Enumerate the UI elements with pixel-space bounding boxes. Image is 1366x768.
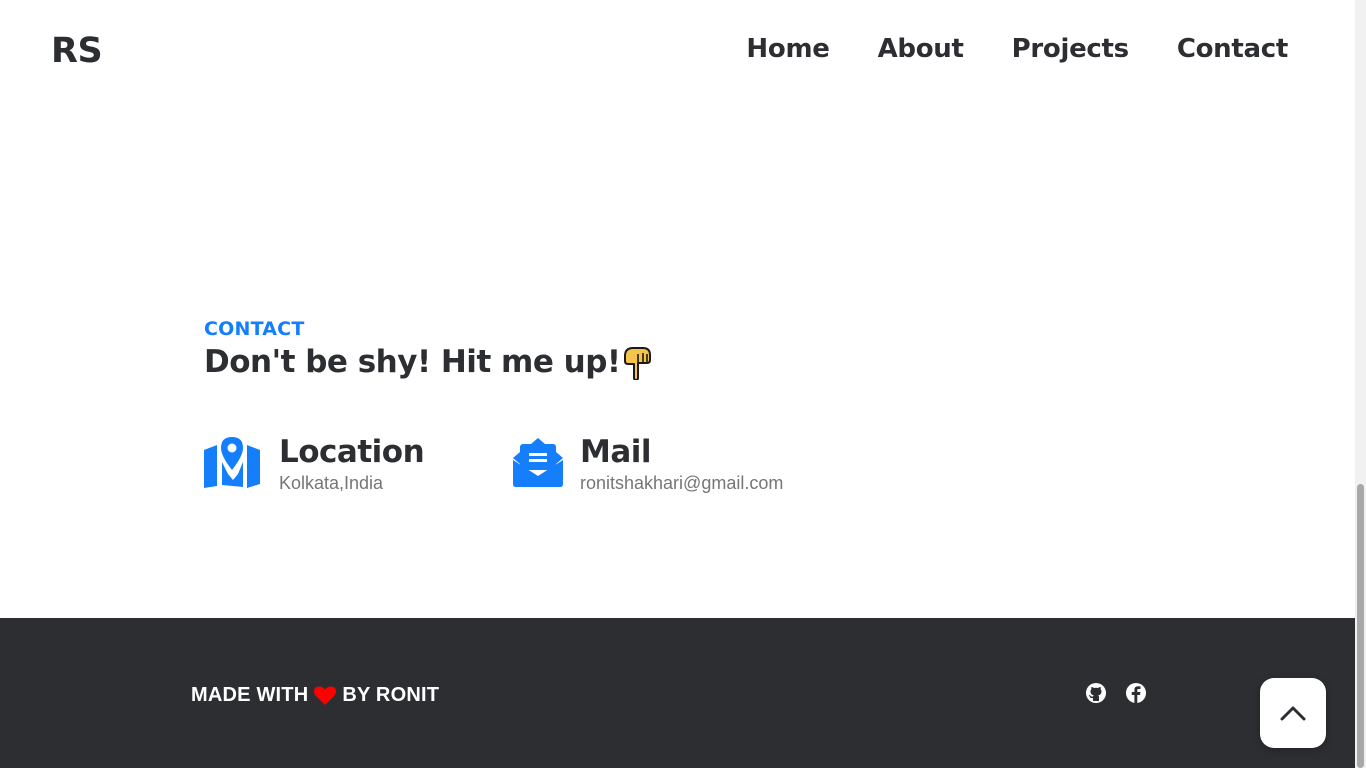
heart-icon [314,686,337,705]
pointing-down-hand-icon [623,344,653,381]
section-headline: Don't be shy! Hit me up! [204,344,653,381]
main-nav: Home About Projects Contact [746,34,1288,64]
map-icon [203,434,261,490]
site-logo[interactable]: RS [51,31,103,71]
contact-section: CONTACT Don't be shy! Hit me up! [204,318,653,381]
github-icon[interactable] [1085,682,1107,704]
location-title: Location [279,434,425,470]
page-scrollbar[interactable] [1355,0,1366,768]
mail-icon [509,434,567,490]
social-links [1085,682,1147,704]
headline-text: Don't be shy! Hit me up! [204,344,621,380]
mail-title: Mail [580,434,652,470]
footer-credit: MADE WITH BY RONIT [191,684,439,707]
scroll-to-top-button[interactable] [1260,678,1326,748]
section-eyebrow: CONTACT [204,318,305,340]
location-info: Location Kolkata,India [203,434,425,494]
nav-projects[interactable]: Projects [1012,34,1130,64]
by-ronit-text: BY RONIT [342,684,440,706]
chevron-up-icon [1280,706,1306,721]
made-with-text: MADE WITH [191,684,309,706]
mail-text: Mail ronitshakhari@gmail.com [580,434,783,494]
location-value: Kolkata,India [279,473,384,493]
mail-info: Mail ronitshakhari@gmail.com [509,434,783,494]
nav-home[interactable]: Home [746,34,829,64]
nav-about[interactable]: About [878,34,964,64]
scrollbar-thumb[interactable] [1357,484,1364,768]
nav-contact[interactable]: Contact [1177,34,1288,64]
facebook-icon[interactable] [1125,682,1147,704]
location-text: Location Kolkata,India [279,434,425,494]
page: RS Home About Projects Contact CONTACT D… [0,0,1355,768]
mail-value[interactable]: ronitshakhari@gmail.com [580,473,783,494]
